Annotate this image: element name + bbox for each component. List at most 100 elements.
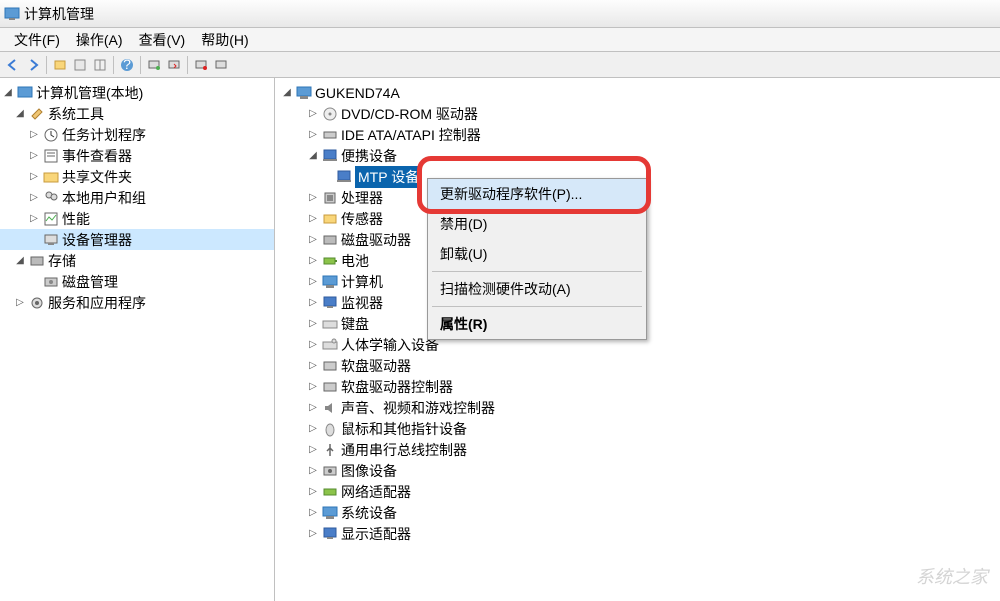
expand-icon[interactable]: ▷ — [307, 129, 319, 140]
ctx-update-driver[interactable]: 更新驱动程序软件(P)... — [428, 179, 646, 209]
tree-storage[interactable]: ◢ 存储 — [0, 250, 274, 271]
toolbar: ? — [0, 52, 1000, 78]
device-network[interactable]: ▷ 网络适配器 — [275, 481, 1000, 502]
expand-icon[interactable]: ▷ — [14, 297, 26, 308]
show-hide-button[interactable] — [91, 56, 109, 74]
device-mouse[interactable]: ▷ 鼠标和其他指针设备 — [275, 418, 1000, 439]
expand-icon[interactable]: ▷ — [307, 276, 319, 287]
collapse-icon[interactable]: ◢ — [281, 87, 293, 98]
device-portable[interactable]: ◢ 便携设备 — [275, 145, 1000, 166]
collapse-icon[interactable]: ◢ — [2, 87, 14, 98]
collapse-icon[interactable]: ◢ — [307, 150, 319, 161]
tree-disk-mgmt[interactable]: 磁盘管理 — [0, 271, 274, 292]
expand-icon[interactable]: ▷ — [307, 465, 319, 476]
ctx-scan[interactable]: 扫描检测硬件改动(A) — [428, 274, 646, 304]
expand-icon[interactable]: ▷ — [307, 360, 319, 371]
hid-icon — [322, 337, 338, 353]
device-floppy[interactable]: ▷ 软盘驱动器 — [275, 355, 1000, 376]
expand-icon[interactable]: ▷ — [307, 255, 319, 266]
expand-icon[interactable]: ▷ — [307, 213, 319, 224]
enable-button[interactable] — [212, 56, 230, 74]
device-tree: ◢ GUKEND74A ▷ DVD/CD-ROM 驱动器 ▷ IDE ATA/A… — [275, 78, 1000, 601]
scan-button[interactable] — [145, 56, 163, 74]
device-label: 监视器 — [341, 293, 383, 313]
expand-icon[interactable]: ▷ — [307, 339, 319, 350]
device-label: 通用串行总线控制器 — [341, 440, 467, 460]
tree-shared-folders[interactable]: ▷ 共享文件夹 — [0, 166, 274, 187]
tree-local-users[interactable]: ▷ 本地用户和组 — [0, 187, 274, 208]
collapse-icon[interactable]: ◢ — [14, 255, 26, 266]
expand-icon[interactable]: ▷ — [307, 486, 319, 497]
expand-icon[interactable]: ▷ — [307, 444, 319, 455]
device-label: 便携设备 — [341, 146, 397, 166]
tree-label: 本地用户和组 — [62, 188, 146, 208]
tree-task-scheduler[interactable]: ▷ 任务计划程序 — [0, 124, 274, 145]
tree-event-viewer[interactable]: ▷ 事件查看器 — [0, 145, 274, 166]
device-label: 处理器 — [341, 188, 383, 208]
forward-button[interactable] — [24, 56, 42, 74]
device-root[interactable]: ◢ GUKEND74A — [275, 82, 1000, 103]
monitor-icon — [322, 295, 338, 311]
uninstall-button[interactable] — [192, 56, 210, 74]
tree-label: 服务和应用程序 — [48, 293, 146, 313]
collapse-icon[interactable]: ◢ — [14, 108, 26, 119]
expand-icon[interactable]: ▷ — [307, 318, 319, 329]
services-icon — [29, 295, 45, 311]
tree-label: 磁盘管理 — [62, 272, 118, 292]
expand-icon[interactable]: ▷ — [307, 297, 319, 308]
ide-icon — [322, 127, 338, 143]
device-label: 传感器 — [341, 209, 383, 229]
menu-file[interactable]: 文件(F) — [6, 28, 68, 52]
up-button[interactable] — [51, 56, 69, 74]
expand-icon[interactable]: ▷ — [307, 381, 319, 392]
tree-label: 存储 — [48, 251, 76, 271]
tree-device-manager[interactable]: 设备管理器 — [0, 229, 274, 250]
device-ide[interactable]: ▷ IDE ATA/ATAPI 控制器 — [275, 124, 1000, 145]
cpu-icon — [322, 190, 338, 206]
expand-icon[interactable]: ▷ — [28, 192, 40, 203]
menu-view[interactable]: 查看(V) — [131, 28, 194, 52]
back-button[interactable] — [4, 56, 22, 74]
tree-services[interactable]: ▷ 服务和应用程序 — [0, 292, 274, 313]
watermark: 系统之家 — [916, 563, 988, 589]
tree-root[interactable]: ◢ 计算机管理(本地) — [0, 82, 274, 103]
expand-icon[interactable]: ▷ — [307, 423, 319, 434]
users-icon — [43, 190, 59, 206]
expand-icon[interactable]: ▷ — [307, 234, 319, 245]
properties-button[interactable] — [71, 56, 89, 74]
expand-icon[interactable]: ▷ — [307, 402, 319, 413]
ctx-disable[interactable]: 禁用(D) — [428, 209, 646, 239]
battery-icon — [322, 253, 338, 269]
expand-icon[interactable]: ▷ — [307, 192, 319, 203]
device-imaging[interactable]: ▷ 图像设备 — [275, 460, 1000, 481]
mtp-icon — [336, 169, 352, 185]
network-icon — [322, 484, 338, 500]
device-system[interactable]: ▷ 系统设备 — [275, 502, 1000, 523]
storage-icon — [29, 253, 45, 269]
dvd-icon — [322, 106, 338, 122]
tree-performance[interactable]: ▷ 性能 — [0, 208, 274, 229]
sound-icon — [322, 400, 338, 416]
device-label: 软盘驱动器控制器 — [341, 377, 453, 397]
menu-action[interactable]: 操作(A) — [68, 28, 131, 52]
device-floppy-ctrl[interactable]: ▷ 软盘驱动器控制器 — [275, 376, 1000, 397]
device-dvd[interactable]: ▷ DVD/CD-ROM 驱动器 — [275, 103, 1000, 124]
update-button[interactable] — [165, 56, 183, 74]
expand-icon[interactable]: ▷ — [28, 129, 40, 140]
expand-icon[interactable]: ▷ — [307, 528, 319, 539]
expand-icon[interactable]: ▷ — [307, 507, 319, 518]
system-icon — [322, 505, 338, 521]
expand-icon[interactable]: ▷ — [28, 150, 40, 161]
expand-icon[interactable]: ▷ — [28, 213, 40, 224]
device-usb[interactable]: ▷ 通用串行总线控制器 — [275, 439, 1000, 460]
ctx-uninstall[interactable]: 卸载(U) — [428, 239, 646, 269]
device-display[interactable]: ▷ 显示适配器 — [275, 523, 1000, 544]
ctx-properties[interactable]: 属性(R) — [428, 309, 646, 339]
expand-icon[interactable]: ▷ — [307, 108, 319, 119]
help-button[interactable]: ? — [118, 56, 136, 74]
expand-icon[interactable]: ▷ — [28, 171, 40, 182]
device-sound[interactable]: ▷ 声音、视频和游戏控制器 — [275, 397, 1000, 418]
tree-system-tools[interactable]: ◢ 系统工具 — [0, 103, 274, 124]
menu-help[interactable]: 帮助(H) — [193, 28, 256, 52]
menubar: 文件(F) 操作(A) 查看(V) 帮助(H) — [0, 28, 1000, 52]
